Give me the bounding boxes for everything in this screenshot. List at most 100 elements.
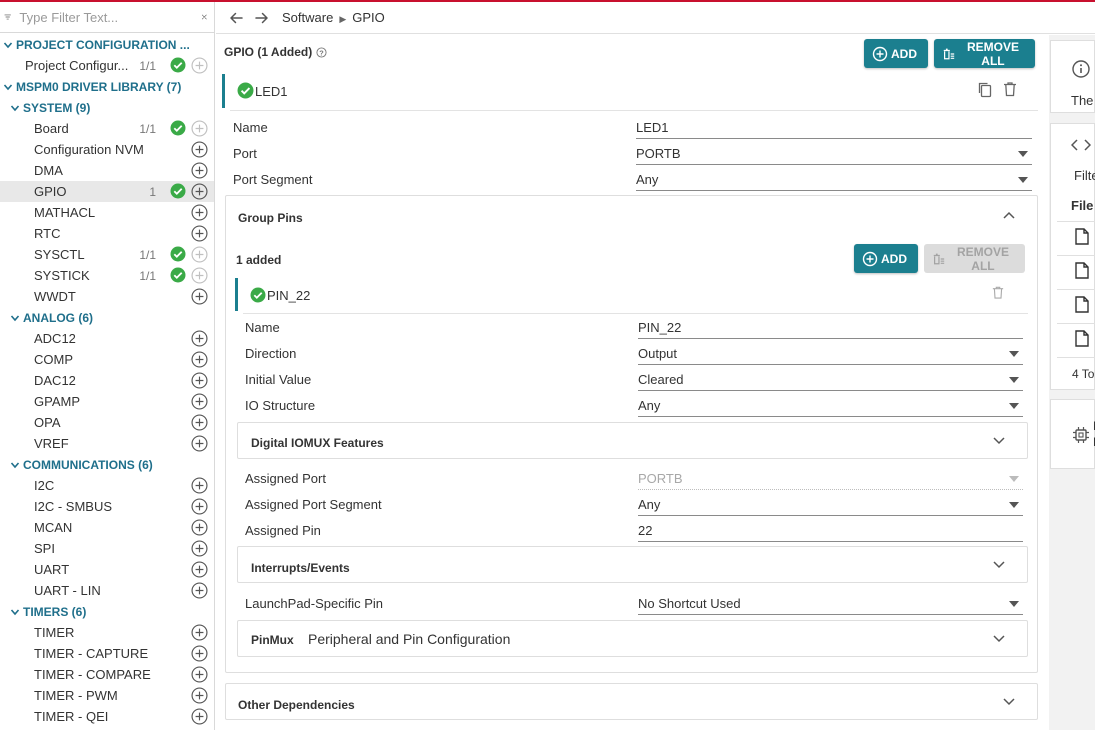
sidebar-item-gpio[interactable]: GPIO 1	[0, 181, 214, 202]
category-timers[interactable]: TIMERS (6)	[0, 601, 214, 622]
info-icon[interactable]	[1072, 60, 1090, 78]
sidebar-item-systick[interactable]: SYSTICK 1/1	[0, 265, 214, 286]
chevron-down-icon[interactable]	[993, 561, 1005, 569]
add-circle-icon[interactable]	[191, 645, 208, 662]
sidebar-item-wwdt[interactable]: WWDT	[0, 286, 214, 307]
add-circle-icon[interactable]	[191, 561, 208, 578]
filter-icon[interactable]	[4, 8, 11, 26]
sidebar-item-board[interactable]: Board 1/1	[0, 118, 214, 139]
sidebar-item-project-configuration[interactable]: Project Configur... 1/1	[0, 55, 214, 76]
add-circle-icon[interactable]	[191, 162, 208, 179]
sidebar-item-i2c[interactable]: I2C	[0, 475, 214, 496]
add-circle-icon[interactable]	[191, 141, 208, 158]
sidebar-item-sysctl[interactable]: SYSCTL 1/1	[0, 244, 214, 265]
add-circle-icon[interactable]	[191, 330, 208, 347]
group-pins-title[interactable]: Group Pins	[238, 211, 303, 225]
add-circle-icon[interactable]	[191, 204, 208, 221]
add-circle-icon[interactable]	[191, 372, 208, 389]
add-circle-icon[interactable]	[191, 624, 208, 641]
port-select[interactable]: PORTB	[636, 143, 1032, 165]
category-mspm0-driver-library[interactable]: MSPM0 DRIVER LIBRARY (7)	[0, 76, 214, 97]
sidebar-item-timer-compare[interactable]: TIMER - COMPARE	[0, 664, 214, 685]
add-circle-icon[interactable]	[191, 183, 208, 200]
sidebar-item-i2c-smbus[interactable]: I2C - SMBUS	[0, 496, 214, 517]
file-icon[interactable]	[1075, 330, 1089, 347]
files-filter-text[interactable]: Filte	[1074, 168, 1095, 183]
sidebar-item-vref[interactable]: VREF	[0, 433, 214, 454]
assigned-pin-field[interactable]: 22	[638, 520, 1023, 542]
chevron-down-icon[interactable]	[1003, 698, 1015, 706]
chevron-down-icon[interactable]	[993, 437, 1005, 445]
digital-iomux-panel[interactable]: Digital IOMUX Features	[237, 422, 1028, 459]
sidebar-item-timer-pwm[interactable]: TIMER - PWM	[0, 685, 214, 706]
io-structure-select[interactable]: Any	[638, 395, 1023, 417]
sidebar-item-rtc[interactable]: RTC	[0, 223, 214, 244]
other-dependencies-panel[interactable]: Other Dependencies	[225, 683, 1038, 720]
port-segment-select[interactable]: Any	[636, 169, 1032, 191]
back-arrow-icon[interactable]	[228, 10, 244, 26]
add-circle-icon[interactable]	[191, 519, 208, 536]
add-circle-icon[interactable]	[191, 246, 208, 263]
assigned-port-segment-select[interactable]: Any	[638, 494, 1023, 516]
name-field[interactable]: LED1	[636, 117, 1032, 139]
chip-icon[interactable]	[1072, 426, 1090, 444]
copy-icon[interactable]	[977, 81, 993, 99]
forward-arrow-icon[interactable]	[254, 10, 270, 26]
file-icon[interactable]	[1075, 228, 1089, 245]
add-circle-icon[interactable]	[191, 414, 208, 431]
add-circle-icon[interactable]	[191, 288, 208, 305]
add-button[interactable]: ADD	[864, 39, 928, 68]
add-circle-icon[interactable]	[191, 708, 208, 725]
file-icon[interactable]	[1075, 262, 1089, 279]
sidebar-item-uart-lin[interactable]: UART - LIN	[0, 580, 214, 601]
sidebar-item-timer[interactable]: TIMER	[0, 622, 214, 643]
category-system[interactable]: SYSTEM (9)	[0, 97, 214, 118]
sidebar-item-dac12[interactable]: DAC12	[0, 370, 214, 391]
delete-icon[interactable]	[1003, 81, 1017, 97]
chevron-down-icon[interactable]	[3, 40, 13, 50]
add-circle-icon[interactable]	[191, 57, 208, 74]
instance-header[interactable]: LED1	[230, 74, 1038, 111]
sidebar-item-opa[interactable]: OPA	[0, 412, 214, 433]
chevron-down-icon[interactable]	[10, 460, 20, 470]
pin-name-field[interactable]: PIN_22	[638, 317, 1023, 339]
code-icon[interactable]	[1071, 138, 1091, 152]
category-communications[interactable]: COMMUNICATIONS (6)	[0, 454, 214, 475]
chevron-down-icon[interactable]	[3, 82, 13, 92]
category-project-configuration[interactable]: PROJECT CONFIGURATION ...	[0, 34, 214, 55]
sidebar-item-uart[interactable]: UART	[0, 559, 214, 580]
sidebar-item-adc12[interactable]: ADC12	[0, 328, 214, 349]
sidebar-item-spi[interactable]: SPI	[0, 538, 214, 559]
chevron-down-icon[interactable]	[10, 607, 20, 617]
sidebar-item-mcan[interactable]: MCAN	[0, 517, 214, 538]
add-circle-icon[interactable]	[191, 582, 208, 599]
sidebar-item-comp[interactable]: COMP	[0, 349, 214, 370]
filter-input[interactable]	[19, 9, 196, 25]
add-pin-button[interactable]: ADD	[854, 244, 918, 273]
chevron-up-icon[interactable]	[1003, 211, 1015, 219]
help-icon[interactable]: ?	[316, 46, 327, 58]
sidebar-item-configuration-nvm[interactable]: Configuration NVM	[0, 139, 214, 160]
sidebar-item-dma[interactable]: DMA	[0, 160, 214, 181]
initial-value-select[interactable]: Cleared	[638, 369, 1023, 391]
chevron-down-icon[interactable]	[993, 635, 1005, 643]
add-circle-icon[interactable]	[191, 666, 208, 683]
add-circle-icon[interactable]	[191, 393, 208, 410]
add-circle-icon[interactable]	[191, 120, 208, 137]
add-circle-icon[interactable]	[191, 540, 208, 557]
chevron-down-icon[interactable]	[10, 103, 20, 113]
remove-all-button[interactable]: REMOVE ALL	[934, 39, 1035, 68]
breadcrumb-root[interactable]: Software	[282, 10, 333, 25]
pinmux-panel[interactable]: PinMux Peripheral and Pin Configuration	[237, 620, 1028, 657]
launchpad-pin-select[interactable]: No Shortcut Used	[638, 593, 1023, 615]
add-circle-icon[interactable]	[191, 687, 208, 704]
category-analog[interactable]: ANALOG (6)	[0, 307, 214, 328]
add-circle-icon[interactable]	[191, 351, 208, 368]
delete-icon[interactable]	[992, 285, 1004, 300]
interrupts-events-panel[interactable]: Interrupts/Events	[237, 546, 1028, 583]
add-circle-icon[interactable]	[191, 498, 208, 515]
add-circle-icon[interactable]	[191, 225, 208, 242]
remove-all-pins-button[interactable]: REMOVE ALL	[924, 244, 1025, 273]
sidebar-item-gpamp[interactable]: GPAMP	[0, 391, 214, 412]
sidebar-item-timer-capture[interactable]: TIMER - CAPTURE	[0, 643, 214, 664]
